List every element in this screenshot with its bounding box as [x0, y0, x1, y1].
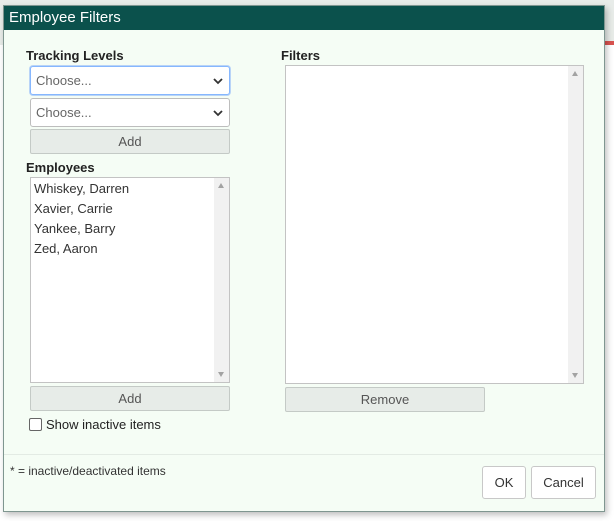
- list-item[interactable]: Xavier, Carrie: [34, 201, 113, 216]
- tracking-level-select-2-value: Choose...: [36, 105, 92, 120]
- list-item[interactable]: Yankee, Barry: [34, 221, 115, 236]
- show-inactive-label[interactable]: Show inactive items: [46, 417, 161, 432]
- cancel-button[interactable]: Cancel: [531, 466, 596, 499]
- tracking-levels-label: Tracking Levels: [26, 48, 124, 63]
- employees-label: Employees: [26, 160, 95, 175]
- chevron-down-icon: [213, 110, 223, 117]
- scroll-down-arrow-icon[interactable]: [572, 373, 578, 378]
- remove-filter-button-label: Remove: [360, 392, 410, 407]
- add-employee-button[interactable]: Add: [30, 386, 230, 411]
- cancel-button-label: Cancel: [543, 475, 584, 490]
- ok-button[interactable]: OK: [482, 466, 526, 499]
- list-item[interactable]: Whiskey, Darren: [34, 181, 129, 196]
- scroll-up-arrow-icon[interactable]: [572, 71, 578, 76]
- dialog-title: Employee Filters: [9, 9, 121, 26]
- employees-scrollbar[interactable]: [214, 178, 229, 382]
- inactive-items-note: * = inactive/deactivated items: [10, 464, 166, 478]
- show-inactive-checkbox[interactable]: [29, 418, 42, 431]
- scroll-down-arrow-icon[interactable]: [218, 372, 224, 377]
- add-tracking-level-button[interactable]: Add: [30, 129, 230, 154]
- tracking-level-select-1[interactable]: Choose...: [30, 66, 230, 95]
- add-employee-button-label: Add: [118, 391, 142, 406]
- ok-button-label: OK: [494, 475, 514, 490]
- list-item[interactable]: Zed, Aaron: [34, 241, 98, 256]
- footer-divider: [4, 454, 604, 455]
- employee-filters-dialog: Employee Filters Tracking Levels Choose.…: [3, 5, 605, 512]
- tracking-level-select-1-value: Choose...: [36, 73, 92, 88]
- employees-listbox[interactable]: Whiskey, Darren Xavier, Carrie Yankee, B…: [30, 177, 230, 383]
- dialog-titlebar[interactable]: Employee Filters: [4, 6, 604, 30]
- filters-listbox[interactable]: [285, 65, 584, 384]
- tracking-level-select-2[interactable]: Choose...: [30, 98, 230, 127]
- filters-scrollbar[interactable]: [568, 66, 583, 383]
- remove-filter-button[interactable]: Remove: [285, 387, 485, 412]
- chevron-down-icon: [213, 78, 223, 85]
- filters-label: Filters: [281, 48, 321, 63]
- scroll-up-arrow-icon[interactable]: [218, 183, 224, 188]
- add-tracking-level-button-label: Add: [118, 134, 142, 149]
